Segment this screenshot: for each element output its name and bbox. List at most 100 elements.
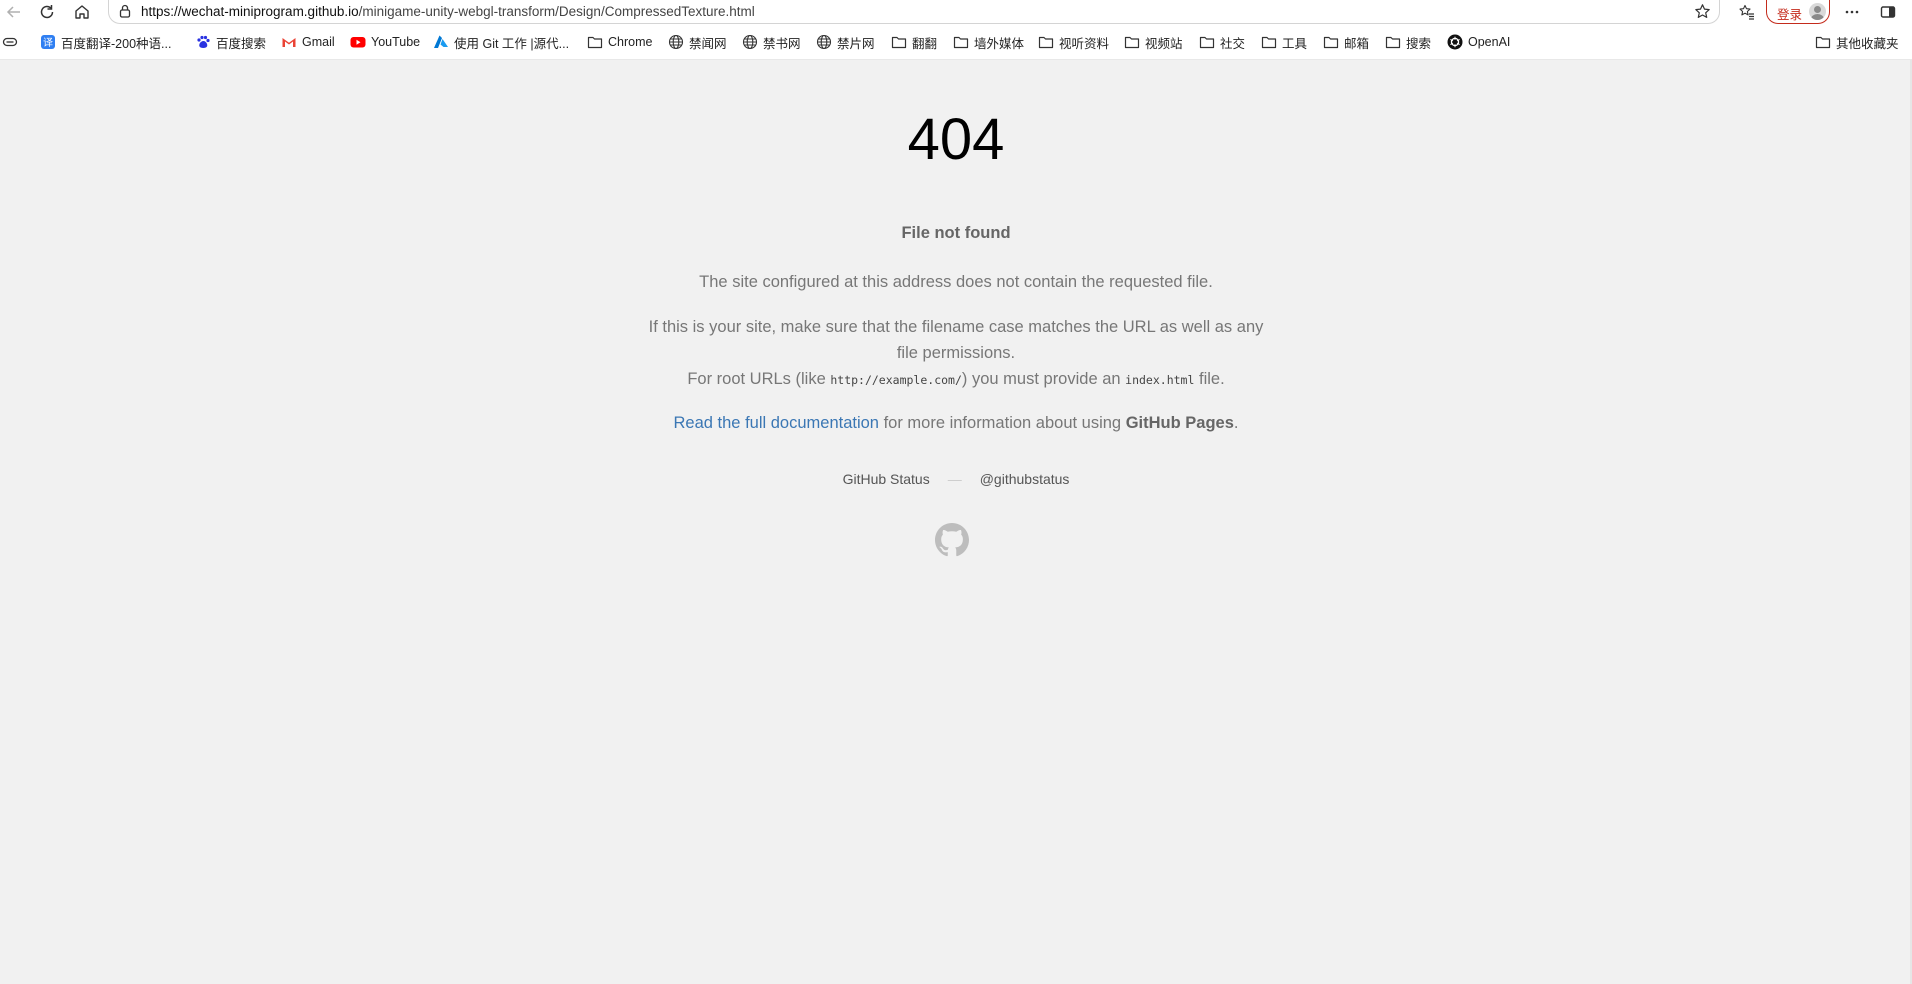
- globe-icon: [668, 34, 684, 50]
- address-bar[interactable]: https://wechat-miniprogram.github.io/min…: [108, 0, 1720, 24]
- bookmark-item[interactable]: 禁书网: [742, 32, 801, 52]
- bookmark-folder[interactable]: 搜索: [1385, 32, 1431, 52]
- bookmark-folder[interactable]: Chrome: [587, 32, 652, 52]
- back-button[interactable]: [0, 0, 28, 24]
- folder-icon: [1124, 34, 1140, 50]
- bookmark-label: 翻翻: [912, 36, 938, 51]
- youtube-icon: [350, 34, 366, 50]
- bookmark-apps[interactable]: [2, 32, 18, 52]
- bookmark-folder[interactable]: 墙外媒体: [953, 32, 1024, 52]
- login-label: 登录: [1777, 8, 1803, 22]
- page-content: 404 File not found The site configured a…: [0, 60, 1912, 984]
- bookmark-label: 禁书网: [763, 36, 801, 51]
- help-line: file permissions.: [896, 344, 1016, 362]
- error-help: If this is your site, make sure that the…: [640, 314, 1272, 393]
- bookmark-folder[interactable]: 工具: [1261, 32, 1307, 52]
- other-bookmarks-folder[interactable]: 其他收藏夹: [1815, 32, 1899, 52]
- avatar: [1809, 3, 1826, 20]
- favorites-icon: [1739, 4, 1754, 20]
- help-text: file.: [1194, 370, 1225, 388]
- bookmark-label: 邮箱: [1344, 36, 1370, 51]
- bookmark-label: 禁闻网: [689, 36, 727, 51]
- github-pages-strong: GitHub Pages: [1125, 414, 1234, 432]
- example-url-code: http://example.com/: [830, 373, 962, 387]
- doc-text: for more information about using: [878, 414, 1126, 432]
- help-text: For root URLs (like: [687, 370, 831, 388]
- star-icon[interactable]: [1694, 3, 1711, 20]
- home-button[interactable]: [68, 0, 96, 24]
- bookmark-item[interactable]: 禁片网: [816, 32, 875, 52]
- bookmark-label: 视频站: [1145, 36, 1183, 51]
- footer-links: GitHub Status — @githubstatus: [640, 471, 1272, 487]
- bookmark-label: Gmail: [302, 35, 335, 49]
- githubstatus-twitter-link[interactable]: @githubstatus: [980, 471, 1070, 487]
- login-button[interactable]: 登录: [1766, 0, 1830, 24]
- help-line: If this is your site, make sure that the…: [648, 318, 1264, 336]
- bookmark-item[interactable]: YouTube: [350, 32, 420, 52]
- folder-icon: [1261, 34, 1277, 50]
- bookmark-label: 其他收藏夹: [1836, 36, 1899, 51]
- more-icon: [1845, 10, 1859, 14]
- bookmark-label: 使用 Git 工作 |源代...: [454, 36, 570, 51]
- bookmark-folder[interactable]: 邮箱: [1323, 32, 1369, 52]
- svg-text:译: 译: [43, 37, 53, 49]
- bookmark-folder[interactable]: 视频站: [1124, 32, 1183, 52]
- apps-icon: [2, 34, 18, 50]
- folder-icon: [1199, 34, 1215, 50]
- error-code: 404: [907, 107, 1005, 172]
- azure-icon: [433, 34, 449, 50]
- more-button[interactable]: [1838, 0, 1866, 24]
- doc-text: .: [1233, 414, 1239, 432]
- github-status-link[interactable]: GitHub Status: [843, 471, 930, 487]
- index-file-code: index.html: [1125, 373, 1195, 387]
- bookmark-folder[interactable]: 翻翻: [891, 32, 937, 52]
- bookmark-label: 百度翻译-200种语...: [61, 36, 172, 51]
- bookmark-label: 工具: [1282, 36, 1308, 51]
- bookmark-folder[interactable]: 社交: [1199, 32, 1245, 52]
- url-text[interactable]: https://wechat-miniprogram.github.io/min…: [141, 4, 755, 19]
- bookmarks-bar: 译 百度翻译-200种语... 百度搜索 Gmail YouTube 使用 Gi…: [0, 24, 1912, 60]
- github-home-link[interactable]: [935, 523, 969, 557]
- url-host: https://wechat-miniprogram.github.io: [141, 4, 359, 19]
- favorites-button[interactable]: [1733, 0, 1761, 24]
- folder-icon: [891, 34, 907, 50]
- bookmark-folder[interactable]: 视听资料: [1038, 32, 1109, 52]
- bookmark-item[interactable]: 百度搜索: [195, 32, 266, 52]
- bookmark-label: 搜索: [1406, 36, 1432, 51]
- reload-button[interactable]: [33, 0, 61, 24]
- bookmark-label: Chrome: [608, 35, 653, 49]
- bookmark-item[interactable]: 译 百度翻译-200种语...: [40, 32, 171, 52]
- url-path: /minigame-unity-webgl-transform/Design/C…: [358, 4, 755, 19]
- paw-icon: [195, 34, 211, 50]
- reload-icon: [40, 5, 54, 19]
- browser-toolbar: https://wechat-miniprogram.github.io/min…: [0, 0, 1912, 24]
- globe-icon: [742, 34, 758, 50]
- bookmark-label: 视听资料: [1059, 36, 1110, 51]
- bookmark-item[interactable]: 使用 Git 工作 |源代...: [433, 32, 569, 52]
- sidebar-button[interactable]: [1874, 0, 1902, 24]
- bookmark-item[interactable]: OpenAI: [1447, 32, 1510, 52]
- openai-icon: [1447, 34, 1463, 50]
- gmail-icon: [281, 34, 297, 50]
- folder-icon: [1815, 34, 1831, 50]
- documentation-link[interactable]: Read the full documentation: [674, 414, 879, 432]
- bookmark-item[interactable]: 禁闻网: [668, 32, 727, 52]
- sidebar-icon: [1880, 6, 1896, 18]
- home-icon: [75, 5, 89, 19]
- globe-icon: [816, 34, 832, 50]
- error-title: File not found: [901, 224, 1011, 242]
- folder-icon: [587, 34, 603, 50]
- bookmark-label: 百度搜索: [216, 36, 267, 51]
- translate-icon: 译: [40, 34, 56, 50]
- bookmark-item[interactable]: Gmail: [281, 32, 335, 52]
- lock-icon[interactable]: [117, 3, 133, 19]
- help-text: ) you must provide an: [961, 370, 1126, 388]
- folder-icon: [1323, 34, 1339, 50]
- footer-separator: —: [947, 471, 962, 487]
- bookmark-label: 墙外媒体: [974, 36, 1025, 51]
- octocat-icon: [935, 523, 969, 557]
- folder-icon: [953, 34, 969, 50]
- documentation-note: Read the full documentation for more inf…: [640, 410, 1272, 436]
- bookmark-label: 社交: [1220, 36, 1246, 51]
- bookmark-label: 禁片网: [837, 36, 875, 51]
